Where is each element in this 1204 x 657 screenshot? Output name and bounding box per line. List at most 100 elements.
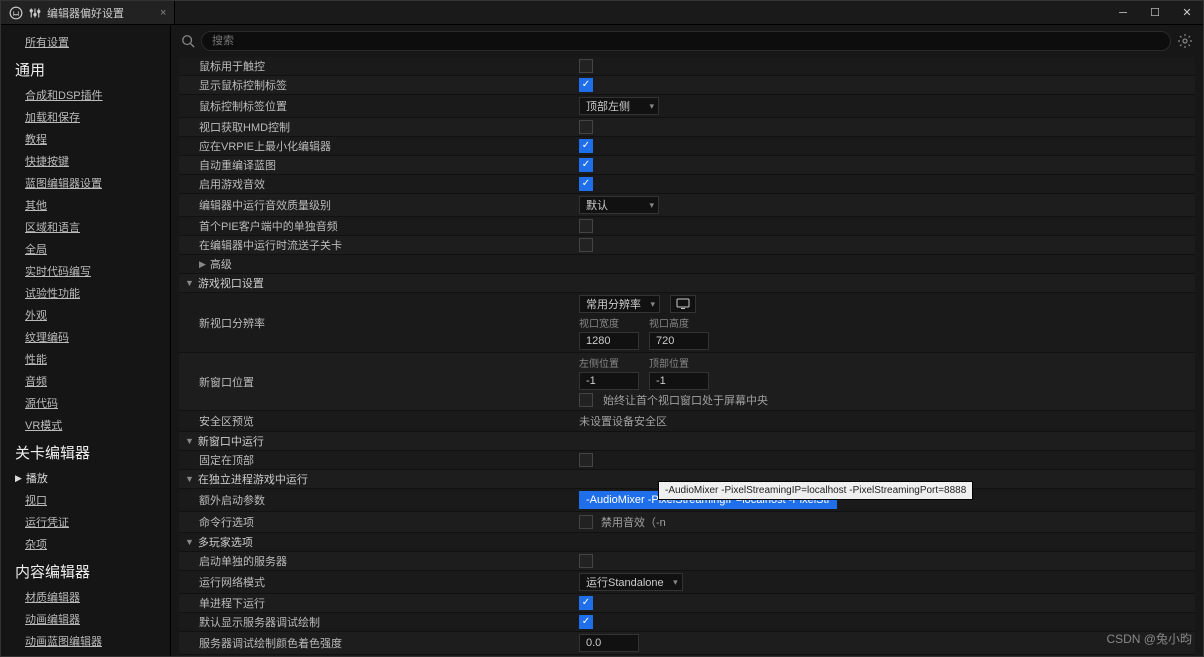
sidebar-item[interactable]: 性能 <box>1 348 170 370</box>
checkbox[interactable] <box>579 120 593 134</box>
section-title: 游戏视口设置 <box>198 275 264 291</box>
sidebar-item[interactable]: 材质编辑器 <box>1 586 170 608</box>
tab-close-icon[interactable]: × <box>160 7 166 19</box>
setting-label: 单进程下运行 <box>179 595 579 611</box>
sidebar-item[interactable]: 杂项 <box>1 533 170 555</box>
gear-icon[interactable] <box>1177 33 1193 49</box>
setting-label: 命令行选项 <box>179 514 579 530</box>
setting-label: 鼠标控制标签位置 <box>179 98 579 114</box>
checkbox[interactable] <box>579 59 593 73</box>
common-res-dropdown[interactable]: 常用分辨率 <box>579 295 660 313</box>
setting-label: 高级 <box>210 256 232 272</box>
section-header[interactable]: ▼ 在独立进程游戏中运行 <box>179 471 579 487</box>
setting-label: 新窗口位置 <box>179 374 579 390</box>
maximize-button[interactable]: ☐ <box>1139 1 1171 24</box>
setting-label: 在编辑器中运行时流送子关卡 <box>179 237 579 253</box>
checkbox[interactable] <box>579 515 593 529</box>
sidebar-item[interactable]: 骨骼网格体编辑器 <box>1 652 170 656</box>
sidebar-item[interactable]: 试验性功能 <box>1 282 170 304</box>
sidebar-item[interactable]: VR模式 <box>1 414 170 436</box>
field-label: 视口宽度 <box>579 315 639 330</box>
section-title: 多玩家选项 <box>198 534 253 550</box>
sidebar-item[interactable]: 运行凭证 <box>1 511 170 533</box>
viewport-height-input[interactable] <box>649 332 709 350</box>
close-button[interactable]: ✕ <box>1171 1 1203 24</box>
static-value: 未设置设备安全区 <box>579 413 667 429</box>
chevron-down-icon: ▼ <box>185 436 194 446</box>
left-pos-input[interactable] <box>579 372 639 390</box>
sidebar-item[interactable]: 纹理编码 <box>1 326 170 348</box>
setting-label: 自动重编译蓝图 <box>179 157 579 173</box>
setting-label: 编辑器中运行音效质量级别 <box>179 197 579 213</box>
sidebar-item[interactable]: 动画编辑器 <box>1 608 170 630</box>
checkbox[interactable] <box>579 393 593 407</box>
sidebar-item[interactable]: 源代码 <box>1 392 170 414</box>
sidebar-cat-level: 关卡编辑器 <box>1 436 170 467</box>
window-tab[interactable]: 编辑器偏好设置 × <box>1 1 175 24</box>
setting-label: 新视口分辨率 <box>179 315 579 331</box>
section-header[interactable]: ▼ 游戏视口设置 <box>179 275 579 291</box>
sidebar-item[interactable]: 其他 <box>1 194 170 216</box>
sidebar-item[interactable]: 实时代码编写 <box>1 260 170 282</box>
viewport-width-input[interactable] <box>579 332 639 350</box>
sidebar-item[interactable]: 全局 <box>1 238 170 260</box>
monitor-button[interactable] <box>670 295 696 313</box>
tooltip: -AudioMixer -PixelStreamingIP=localhost … <box>658 481 973 500</box>
top-pos-input[interactable] <box>649 372 709 390</box>
sidebar-item[interactable]: 快捷按键 <box>1 150 170 172</box>
setting-label: 视口获取HMD控制 <box>179 119 579 135</box>
sidebar-item[interactable]: 外观 <box>1 304 170 326</box>
tab-title: 编辑器偏好设置 <box>47 5 124 21</box>
sidebar-item-label: 播放 <box>26 470 48 486</box>
sidebar-item[interactable]: 加载和保存 <box>1 106 170 128</box>
checkbox[interactable] <box>579 596 593 610</box>
checkbox[interactable] <box>579 554 593 568</box>
setting-label: 服务器调试绘制颜色着色强度 <box>179 635 579 651</box>
chevron-down-icon: ▼ <box>185 537 194 547</box>
chevron-down-icon: ▼ <box>185 474 194 484</box>
settings-content: 鼠标用于触控 显示鼠标控制标签 鼠标控制标签位置顶部左侧 视口获取HMD控制 应… <box>171 57 1203 656</box>
search-input[interactable] <box>201 31 1171 51</box>
section-header[interactable]: ▼ 新窗口中运行 <box>179 433 579 449</box>
advanced-expander[interactable]: ▶高级 <box>179 256 579 272</box>
sidebar-item[interactable]: 动画蓝图编辑器 <box>1 630 170 652</box>
titlebar: 编辑器偏好设置 × ─ ☐ ✕ <box>1 1 1203 25</box>
sidebar-item[interactable]: 蓝图编辑器设置 <box>1 172 170 194</box>
tint-strength-input[interactable] <box>579 634 639 652</box>
minimize-button[interactable]: ─ <box>1107 1 1139 24</box>
checkbox[interactable] <box>579 139 593 153</box>
setting-label: 首个PIE客户端中的单独音频 <box>179 218 579 234</box>
checkbox[interactable] <box>579 78 593 92</box>
dropdown[interactable]: 顶部左侧 <box>579 97 659 115</box>
sidebar-item[interactable]: 区域和语言 <box>1 216 170 238</box>
checkbox[interactable] <box>579 453 593 467</box>
sidebar-item[interactable]: 教程 <box>1 128 170 150</box>
sidebar-all-settings[interactable]: 所有设置 <box>1 31 170 53</box>
dropdown[interactable]: 运行Standalone <box>579 573 683 591</box>
setting-label: 应在VRPIE上最小化编辑器 <box>179 138 579 154</box>
section-header[interactable]: ▼ 多玩家选项 <box>179 534 579 550</box>
dropdown[interactable]: 默认 <box>579 196 659 214</box>
sidebar-cat-content: 内容编辑器 <box>1 555 170 586</box>
setting-label: 默认显示服务器调试绘制 <box>179 614 579 630</box>
section-title: 在独立进程游戏中运行 <box>198 471 308 487</box>
checkbox[interactable] <box>579 177 593 191</box>
checkbox[interactable] <box>579 238 593 252</box>
setting-label: 安全区预览 <box>179 413 579 429</box>
setting-label: 启用游戏音效 <box>179 176 579 192</box>
field-label: 顶部位置 <box>649 355 709 370</box>
checkbox[interactable] <box>579 158 593 172</box>
setting-label: 显示鼠标控制标签 <box>179 77 579 93</box>
checkbox[interactable] <box>579 219 593 233</box>
searchbar <box>171 25 1203 57</box>
sidebar-item[interactable]: 合成和DSP插件 <box>1 84 170 106</box>
sidebar-item[interactable]: 音频 <box>1 370 170 392</box>
section-title: 新窗口中运行 <box>198 433 264 449</box>
sidebar-item[interactable]: 视口 <box>1 489 170 511</box>
checkbox[interactable] <box>579 615 593 629</box>
field-label: 左侧位置 <box>579 355 639 370</box>
field-label: 视口高度 <box>649 315 709 330</box>
sidebar-item-play[interactable]: ▶ 播放 <box>1 467 170 489</box>
chevron-down-icon: ▼ <box>185 278 194 288</box>
play-icon: ▶ <box>15 473 22 484</box>
